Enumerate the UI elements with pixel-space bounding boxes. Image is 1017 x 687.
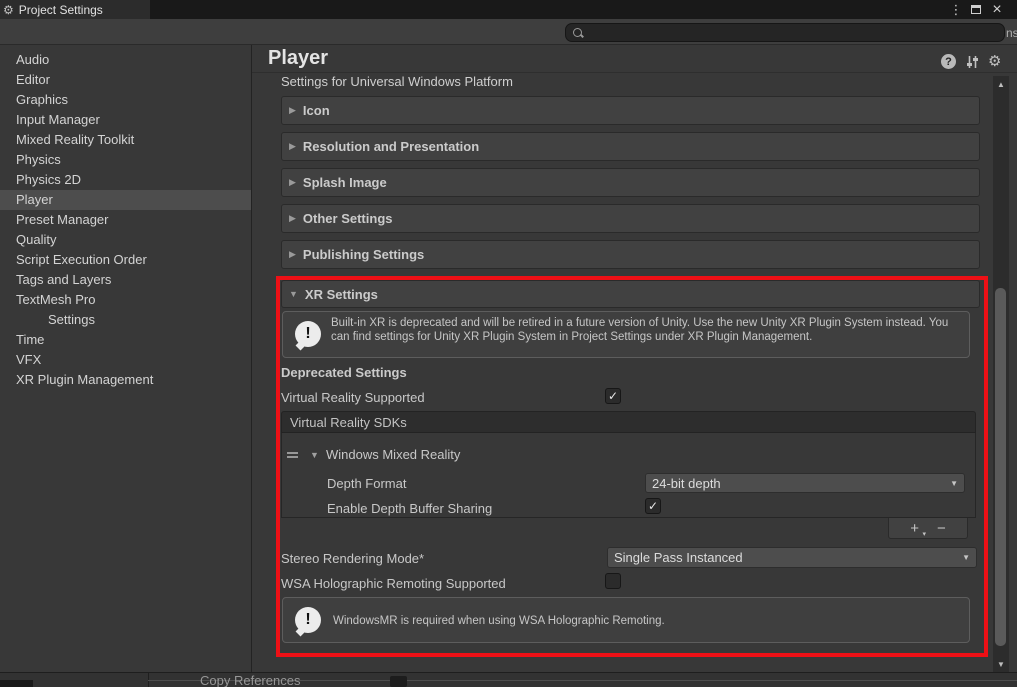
- help-icon: ?: [941, 54, 956, 69]
- chevron-right-icon: ▶: [289, 249, 296, 259]
- chevron-right-icon: ▶: [289, 141, 296, 151]
- stereo-rendering-mode-dropdown[interactable]: Single Pass Instanced ▼: [607, 547, 977, 568]
- settings-gear-button[interactable]: ⚙: [988, 52, 1001, 70]
- sidebar-item-tags-and-layers[interactable]: Tags and Layers: [0, 270, 251, 290]
- scrollview-top-border: [252, 72, 1017, 73]
- clipped-background-text: ns: [1006, 26, 1017, 40]
- deprecation-helpbox: ! Built-in XR is deprecated and will be …: [282, 311, 970, 358]
- sidebar-item-mixed-reality-toolkit[interactable]: Mixed Reality Toolkit: [0, 130, 251, 150]
- help-button[interactable]: ?: [941, 54, 956, 69]
- wsa-warning-text: WindowsMR is required when using WSA Hol…: [333, 615, 665, 627]
- dropdown-arrow-icon: ▼: [950, 478, 958, 488]
- section-label: Publishing Settings: [302, 247, 425, 262]
- window-menu-button[interactable]: ⋮: [948, 0, 964, 19]
- section-label: Resolution and Presentation: [302, 139, 480, 154]
- wsa-warning-helpbox: ! WindowsMR is required when using WSA H…: [282, 597, 970, 643]
- sidebar-item-physics-2d[interactable]: Physics 2D: [0, 170, 251, 190]
- chevron-right-icon: ▶: [289, 177, 296, 187]
- deprecation-notice-text: Built-in XR is deprecated and will be re…: [331, 317, 949, 343]
- drag-handle-icon[interactable]: [287, 452, 298, 458]
- background-thumbnail: [390, 676, 407, 687]
- sdk-list-title: Virtual Reality SDKs: [290, 414, 407, 430]
- search-field[interactable]: [565, 23, 1005, 42]
- background-corner: [0, 680, 33, 687]
- sidebar-item-time[interactable]: Time: [0, 330, 251, 350]
- virtual-reality-sdks-header: Virtual Reality SDKs: [281, 411, 976, 433]
- scrollbar-thumb[interactable]: [995, 288, 1006, 646]
- project-settings-icon: ⚙: [3, 2, 14, 17]
- sidebar-item-textmesh-settings[interactable]: Settings: [0, 310, 251, 330]
- add-sdk-button[interactable]: + ▾: [910, 519, 926, 538]
- close-button[interactable]: ×: [988, 0, 1006, 19]
- page-title: Player: [268, 47, 329, 69]
- sidebar-divider: [251, 45, 252, 672]
- section-other-settings[interactable]: ▶ Other Settings: [281, 204, 980, 233]
- sidebar-item-physics[interactable]: Physics: [0, 150, 251, 170]
- depth-format-label: Depth Format: [327, 476, 407, 491]
- toolbar: [0, 19, 1017, 45]
- wsa-holographic-remoting-checkbox[interactable]: [605, 573, 621, 589]
- warning-icon: !: [295, 321, 321, 347]
- platform-caption: Settings for Universal Windows Platform: [281, 74, 513, 89]
- preset-button[interactable]: [965, 55, 979, 69]
- depth-format-value: 24-bit depth: [652, 475, 721, 491]
- chevron-right-icon: ▶: [289, 105, 296, 115]
- search-icon: [572, 27, 584, 39]
- background-window-strip: Copy References: [0, 672, 1017, 687]
- windows-mixed-reality-item[interactable]: Windows Mixed Reality: [326, 447, 460, 462]
- sidebar-item-audio[interactable]: Audio: [0, 50, 251, 70]
- deprecated-settings-header: Deprecated Settings: [281, 365, 407, 380]
- sidebar-item-quality[interactable]: Quality: [0, 230, 251, 250]
- section-publishing-settings[interactable]: ▶ Publishing Settings: [281, 240, 980, 269]
- plus-icon: +: [910, 519, 919, 537]
- stereo-rendering-mode-label: Stereo Rendering Mode*: [281, 551, 425, 566]
- section-resolution-and-presentation[interactable]: ▶ Resolution and Presentation: [281, 132, 980, 161]
- virtual-reality-supported-checkbox[interactable]: ✓: [605, 388, 621, 404]
- scroll-down-button[interactable]: ▼: [993, 660, 1009, 669]
- section-splash-image[interactable]: ▶ Splash Image: [281, 168, 980, 197]
- chevron-right-icon: ▶: [289, 213, 296, 223]
- enable-depth-buffer-sharing-checkbox[interactable]: ✓: [645, 498, 661, 514]
- depth-format-dropdown[interactable]: 24-bit depth ▼: [645, 473, 965, 493]
- sidebar-item-preset-manager[interactable]: Preset Manager: [0, 210, 251, 230]
- maximize-button[interactable]: [967, 0, 985, 19]
- sidebar-item-vfx[interactable]: VFX: [0, 350, 251, 370]
- project-settings-tab[interactable]: ⚙ Project Settings: [0, 0, 150, 19]
- preset-icon: [965, 55, 979, 69]
- section-icon[interactable]: ▶ Icon: [281, 96, 980, 125]
- dropdown-arrow-icon: ▼: [962, 553, 970, 562]
- warning-icon: !: [295, 607, 321, 633]
- titlebar: ⚙ Project Settings ⋮ ×: [0, 0, 1017, 19]
- sidebar-item-script-execution-order[interactable]: Script Execution Order: [0, 250, 251, 270]
- chevron-down-icon: ▼: [289, 289, 298, 299]
- section-label: Other Settings: [302, 211, 393, 226]
- section-label: Splash Image: [302, 175, 387, 190]
- sidebar-item-input-manager[interactable]: Input Manager: [0, 110, 251, 130]
- check-icon: ✓: [647, 499, 659, 513]
- search-input[interactable]: [588, 25, 998, 40]
- sdk-list-footer: + ▾ −: [888, 518, 968, 539]
- scroll-up-button[interactable]: ▲: [993, 80, 1009, 89]
- wsa-holographic-remoting-label: WSA Holographic Remoting Supported: [281, 576, 506, 591]
- project-settings-window: ⚙ Project Settings ⋮ × ns Audio Editor G…: [0, 0, 1017, 687]
- enable-depth-buffer-sharing-label: Enable Depth Buffer Sharing: [327, 501, 493, 516]
- check-icon: ✓: [607, 389, 619, 403]
- sidebar-item-player[interactable]: Player: [0, 190, 251, 210]
- stereo-rendering-mode-value: Single Pass Instanced: [614, 550, 743, 565]
- chevron-down-icon[interactable]: ▼: [310, 450, 319, 460]
- sidebar-item-xr-plugin-management[interactable]: XR Plugin Management: [0, 370, 251, 390]
- copy-references-menu-item[interactable]: Copy References: [200, 673, 300, 687]
- sidebar-item-graphics[interactable]: Graphics: [0, 90, 251, 110]
- sidebar-item-textmesh-pro[interactable]: TextMesh Pro: [0, 290, 251, 310]
- sidebar-item-editor[interactable]: Editor: [0, 70, 251, 90]
- remove-sdk-button[interactable]: −: [937, 521, 946, 536]
- window-title: Project Settings: [18, 2, 103, 17]
- section-label: Icon: [302, 103, 330, 118]
- plus-dropdown-icon: ▾: [922, 530, 926, 538]
- section-label: XR Settings: [304, 286, 378, 302]
- maximize-icon: [971, 5, 981, 14]
- section-xr-settings[interactable]: ▼ XR Settings: [281, 280, 980, 308]
- virtual-reality-supported-label: Virtual Reality Supported: [281, 390, 425, 405]
